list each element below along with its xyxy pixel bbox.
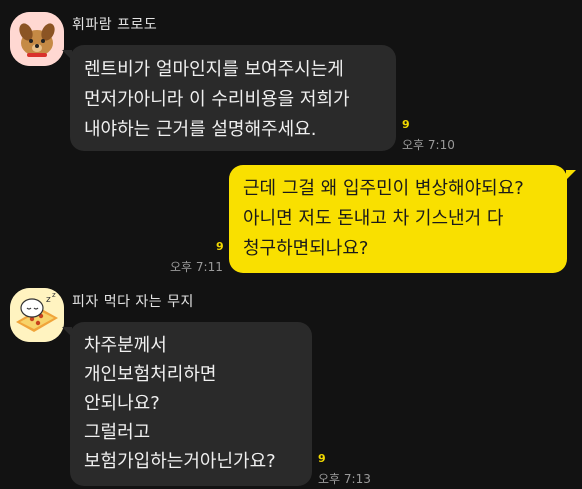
message-line: 청구하면되나요?	[243, 238, 369, 259]
message-time: 오후 7:13	[318, 472, 371, 486]
message-bubble-incoming[interactable]: 렌트비가 얼마인지를 보여주시는게 먼저가아니라 이 수리비용을 저희가 내야하…	[70, 45, 396, 151]
message-bubble-outgoing[interactable]: 근데 그걸 왜 입주민이 변상해야되요? 아니면 저도 돈내고 차 기스낸거 다…	[229, 165, 567, 273]
bubble-tail	[62, 50, 72, 60]
message-line: 차주분께서	[84, 335, 167, 356]
svg-text:z: z	[52, 291, 56, 299]
bubble-tail	[62, 327, 72, 337]
message-bubble-incoming[interactable]: 차주분께서 개인보험처리하면 안되나요? 그럴러고 보험가입하는거아닌가요?	[70, 322, 312, 486]
message-time: 오후 7:10	[402, 138, 455, 152]
message-line: 보험가입하는거아닌가요?	[84, 451, 276, 472]
sleeping-character-icon: z z	[10, 288, 64, 342]
sender-name: 휘파람 프로도	[72, 17, 158, 33]
message-line: 개인보험처리하면	[84, 364, 217, 385]
unread-count: 9	[402, 118, 410, 131]
unread-count: 9	[216, 240, 224, 253]
message-line: 내야하는 근거를 설명해주세요.	[84, 119, 317, 140]
sender-name: 피자 먹다 자는 무지	[72, 294, 194, 310]
svg-text:z: z	[46, 295, 51, 305]
message-line: 그럴러고	[84, 422, 151, 443]
message-line: 근데 그걸 왜 입주민이 변상해야되요?	[243, 178, 524, 199]
avatar-sender-1[interactable]	[10, 12, 64, 66]
dog-character-icon	[10, 12, 64, 66]
message-line: 먼저가아니라 이 수리비용을 저희가	[84, 89, 350, 110]
message-time: 오후 7:11	[170, 260, 223, 274]
message-line: 렌트비가 얼마인지를 보여주시는게	[84, 59, 344, 80]
message-line: 안되나요?	[84, 393, 160, 414]
unread-count: 9	[318, 452, 326, 465]
avatar-sender-2[interactable]: z z	[10, 288, 64, 342]
bubble-tail	[566, 170, 576, 180]
message-line: 아니면 저도 돈내고 차 기스낸거 다	[243, 208, 504, 229]
